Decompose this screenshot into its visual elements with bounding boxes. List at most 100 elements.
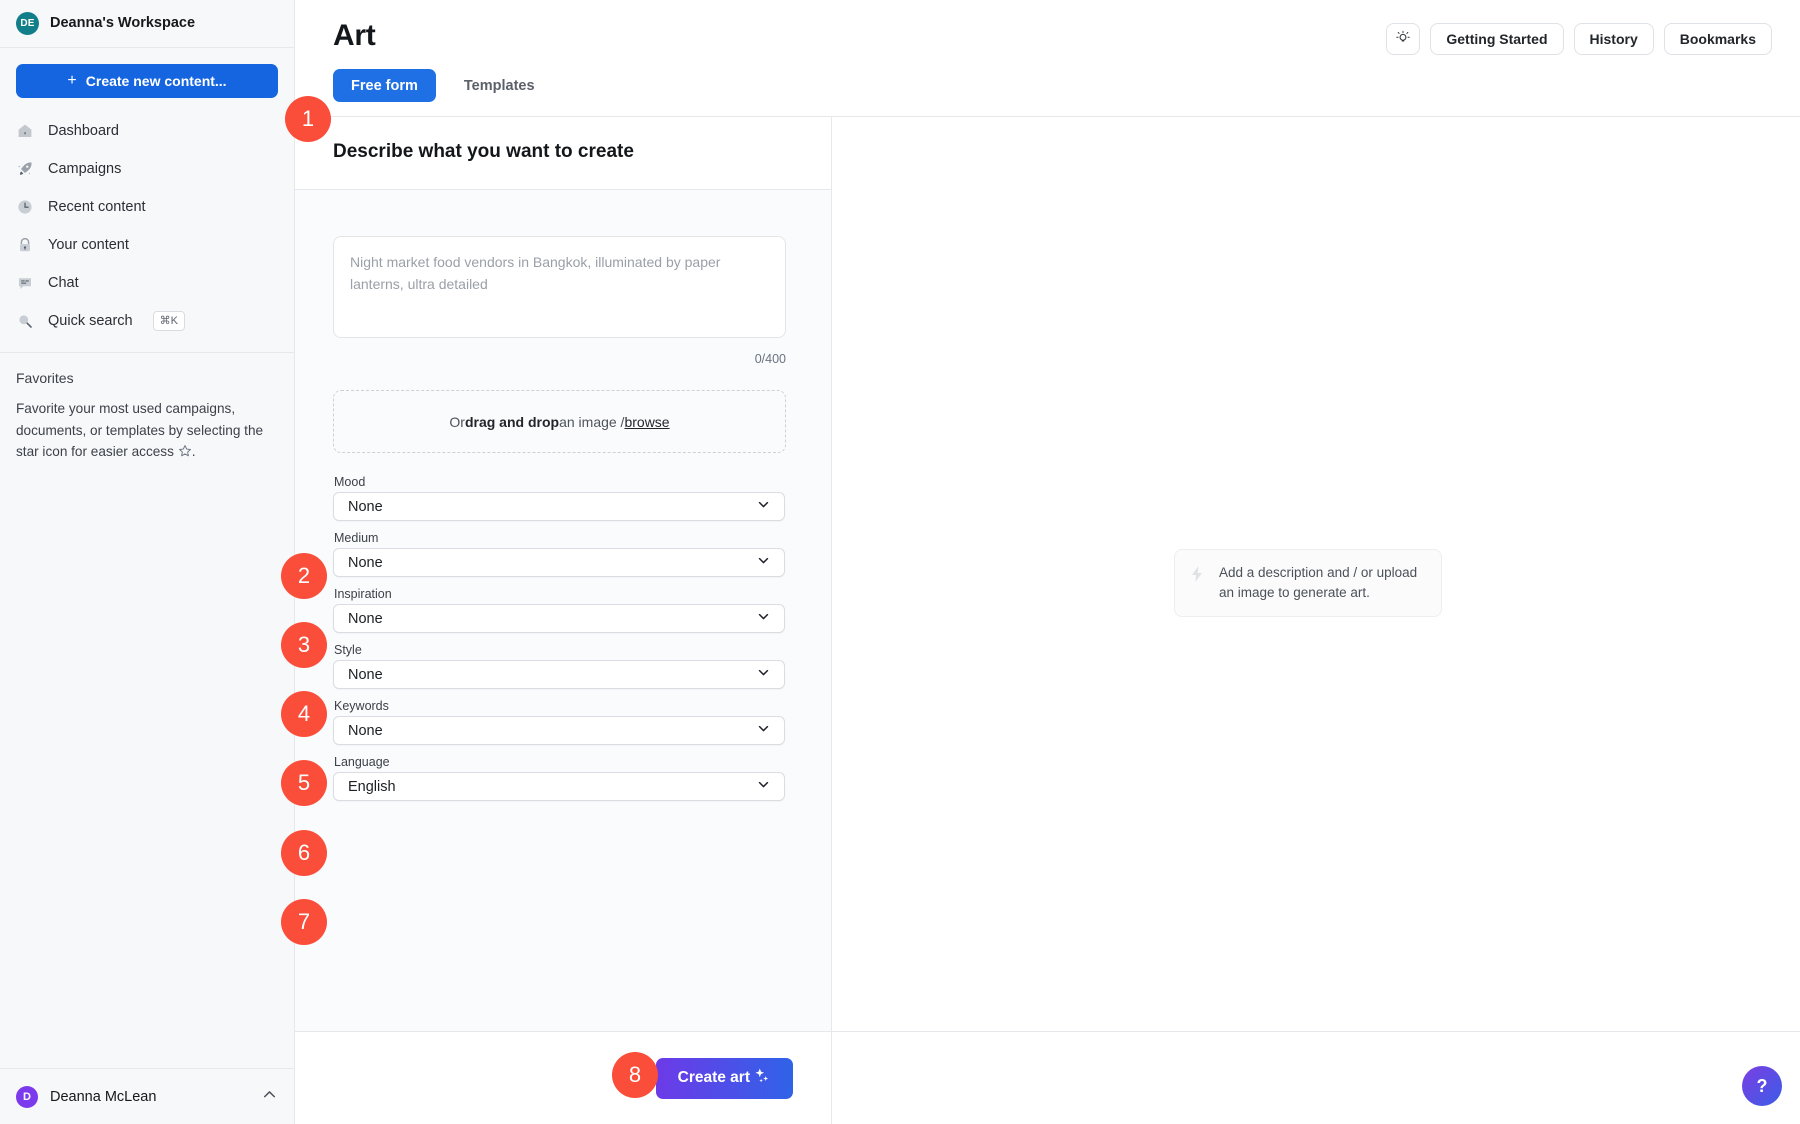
create-art-button[interactable]: Create art [656, 1058, 793, 1099]
step-badge-5: 5 [281, 760, 327, 806]
field-keywords: Keywords None [333, 699, 793, 745]
keywords-select[interactable]: None [333, 716, 785, 745]
form-section-header: Describe what you want to create [295, 117, 831, 190]
form-footer: Create art [295, 1031, 1800, 1124]
step-badge-2: 2 [281, 553, 327, 599]
bolt-icon [1189, 563, 1207, 588]
create-new-content-label: Create new content... [86, 73, 227, 89]
prompt-input[interactable] [333, 236, 786, 338]
dropzone-prefix: Or [449, 414, 465, 430]
step-badge-6: 6 [281, 830, 327, 876]
workspace-header[interactable]: DE Deanna's Workspace [0, 0, 294, 48]
field-mood: Mood None [333, 475, 793, 521]
sidebar-item-label: Campaigns [48, 161, 121, 177]
getting-started-button[interactable]: Getting Started [1430, 23, 1563, 55]
dropzone-bold: drag and drop [465, 414, 559, 430]
favorites-title: Favorites [16, 370, 278, 386]
form-body: 0/400 Or drag and drop an image / browse… [295, 190, 831, 1031]
inspiration-select[interactable]: None [333, 604, 785, 633]
sidebar-item-campaigns[interactable]: Campaigns [0, 150, 294, 188]
field-inspiration: Inspiration None [333, 587, 793, 633]
form-column: Describe what you want to create 0/400 O… [295, 117, 832, 1031]
field-label: Language [333, 755, 793, 769]
select-wrapper: None [333, 604, 785, 633]
step-badge-8: 8 [612, 1052, 658, 1098]
step-badge-7: 7 [281, 899, 327, 945]
topbar: Art [295, 0, 1800, 116]
sidebar-nav: Dashboard Campaigns Recent content Your … [0, 106, 294, 340]
select-value: None [348, 723, 383, 739]
select-value: None [348, 667, 383, 683]
sidebar-item-chat[interactable]: Chat [0, 264, 294, 302]
lightbulb-icon [1395, 30, 1411, 49]
select-wrapper: English [333, 772, 785, 801]
history-button[interactable]: History [1574, 23, 1654, 55]
select-value: None [348, 611, 383, 627]
sidebar-item-quick-search[interactable]: Quick search ⌘K [0, 302, 294, 340]
plus-icon: + [67, 73, 76, 89]
help-button[interactable]: ? [1742, 1066, 1782, 1106]
dropzone-middle: an image / [559, 414, 624, 430]
field-label: Mood [333, 475, 793, 489]
bookmarks-button[interactable]: Bookmarks [1664, 23, 1772, 55]
step-badge-4: 4 [281, 691, 327, 737]
field-label: Inspiration [333, 587, 793, 601]
sidebar-item-label: Chat [48, 275, 79, 291]
sidebar-item-recent-content[interactable]: Recent content [0, 188, 294, 226]
field-label: Keywords [333, 699, 793, 713]
main-panel: Art [295, 0, 1800, 1124]
tips-lightbulb-button[interactable] [1386, 23, 1420, 55]
field-style: Style None [333, 643, 793, 689]
sidebar-item-label: Recent content [48, 199, 146, 215]
sidebar-item-label: Dashboard [48, 123, 119, 139]
sidebar-item-label: Quick search [48, 313, 133, 329]
image-dropzone[interactable]: Or drag and drop an image / browse [333, 390, 786, 453]
tab-free-form[interactable]: Free form [333, 69, 436, 102]
select-wrapper: None [333, 548, 785, 577]
tab-bar: Free form Templates [333, 69, 1772, 116]
step-badge-3: 3 [281, 622, 327, 668]
medium-select[interactable]: None [333, 548, 785, 577]
page-title: Art [333, 18, 375, 54]
preview-hint-card: Add a description and / or upload an ima… [1174, 549, 1442, 617]
avatar: D [16, 1086, 38, 1108]
tab-templates[interactable]: Templates [442, 69, 557, 102]
field-label: Medium [333, 531, 793, 545]
workspace-avatar: DE [16, 12, 39, 35]
language-select[interactable]: English [333, 772, 785, 801]
content-area: Describe what you want to create 0/400 O… [295, 116, 1800, 1031]
step-badge-1: 1 [285, 96, 331, 142]
home-icon [16, 122, 34, 140]
top-actions: Getting Started History Bookmarks [1386, 18, 1772, 55]
create-art-label: Create art [678, 1069, 750, 1087]
clock-icon [16, 198, 34, 216]
favorites-description-period: . [192, 444, 196, 459]
chevron-up-icon[interactable] [261, 1086, 278, 1108]
user-name: Deanna McLean [50, 1089, 156, 1105]
field-medium: Medium None [333, 531, 793, 577]
app-root: DE Deanna's Workspace + Create new conte… [0, 0, 1800, 1124]
select-value: None [348, 555, 383, 571]
rocket-icon [16, 160, 34, 178]
favorites-description: Favorite your most used campaigns, docum… [16, 398, 278, 465]
sidebar-item-label: Your content [48, 237, 129, 253]
search-icon [16, 312, 34, 330]
mood-select[interactable]: None [333, 492, 785, 521]
browse-link[interactable]: browse [624, 414, 669, 430]
create-new-content-button[interactable]: + Create new content... [16, 64, 278, 98]
form-footer-left: Create art [295, 1032, 832, 1124]
sidebar-item-dashboard[interactable]: Dashboard [0, 112, 294, 150]
style-select[interactable]: None [333, 660, 785, 689]
preview-column: Add a description and / or upload an ima… [832, 117, 1800, 1031]
character-counter: 0/400 [333, 352, 786, 366]
select-wrapper: None [333, 492, 785, 521]
select-value: None [348, 499, 383, 515]
option-fields: Mood None Medium [333, 475, 793, 801]
sidebar-user-footer[interactable]: D Deanna McLean [0, 1068, 294, 1124]
favorites-section: Favorites Favorite your most used campai… [0, 353, 294, 465]
preview-hint-text: Add a description and / or upload an ima… [1219, 563, 1425, 603]
sidebar-item-your-content[interactable]: Your content [0, 226, 294, 264]
field-language: Language English [333, 755, 793, 801]
person-icon [16, 236, 34, 254]
sidebar: DE Deanna's Workspace + Create new conte… [0, 0, 295, 1124]
